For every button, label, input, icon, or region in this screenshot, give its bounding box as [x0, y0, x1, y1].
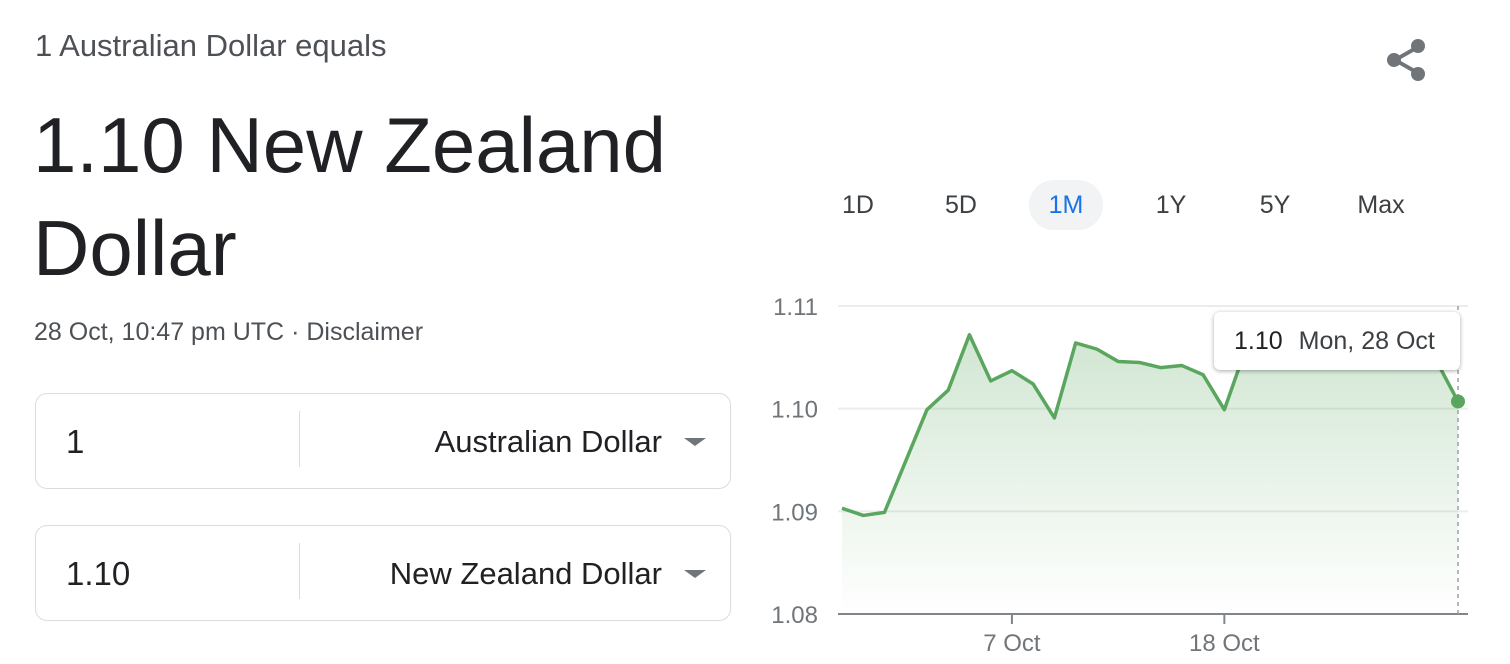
- chart-tooltip: 1.10 Mon, 28 Oct: [1214, 312, 1460, 370]
- from-currency-row: 1 Australian Dollar: [35, 393, 731, 489]
- separator: ·: [291, 318, 300, 346]
- x-tick-label: 18 Oct: [1189, 630, 1260, 657]
- tab-1d[interactable]: 1D: [821, 180, 895, 230]
- timestamp-line: 28 Oct, 10:47 pm UTC · Disclaimer: [34, 318, 423, 347]
- y-tick-label: 1.10: [771, 397, 818, 424]
- conversion-result: 1.10 New Zealand Dollar: [33, 101, 667, 292]
- tab-5y[interactable]: 5Y: [1238, 180, 1312, 230]
- y-tick-label: 1.08: [771, 602, 818, 629]
- tooltip-value: 1.10: [1234, 326, 1283, 355]
- range-tabs: 1D 5D 1M 1Y 5Y Max: [805, 180, 1437, 230]
- triangle-down-icon: [684, 570, 706, 578]
- timestamp: 28 Oct, 10:47 pm UTC: [34, 318, 285, 346]
- tab-max[interactable]: Max: [1344, 180, 1418, 230]
- share-icon: [1387, 39, 1425, 81]
- current-value-dot: [1451, 394, 1465, 409]
- from-amount-input[interactable]: 1: [66, 394, 296, 490]
- series-area: [842, 334, 1458, 614]
- conversion-subtitle: 1 Australian Dollar equals: [35, 28, 387, 63]
- y-tick-label: 1.11: [773, 294, 818, 321]
- tab-5d[interactable]: 5D: [924, 180, 998, 230]
- field-divider: [299, 543, 300, 599]
- to-currency-row: 1.10 New Zealand Dollar: [35, 525, 731, 621]
- to-amount-input[interactable]: 1.10: [66, 526, 296, 622]
- tooltip-date: Mon, 28 Oct: [1298, 326, 1435, 355]
- x-tick-label: 7 Oct: [983, 630, 1041, 657]
- triangle-down-icon: [684, 438, 706, 446]
- to-currency-label: New Zealand Dollar: [389, 556, 662, 591]
- to-currency-select[interactable]: New Zealand Dollar: [390, 526, 706, 622]
- tab-1y[interactable]: 1Y: [1134, 180, 1208, 230]
- y-tick-label: 1.09: [771, 499, 818, 526]
- disclaimer-link[interactable]: Disclaimer: [306, 318, 423, 346]
- share-button[interactable]: [1380, 34, 1436, 86]
- tab-1m[interactable]: 1M: [1029, 180, 1103, 230]
- from-currency-label: Australian Dollar: [434, 424, 662, 459]
- from-currency-select[interactable]: Australian Dollar: [435, 394, 706, 490]
- field-divider: [299, 411, 300, 467]
